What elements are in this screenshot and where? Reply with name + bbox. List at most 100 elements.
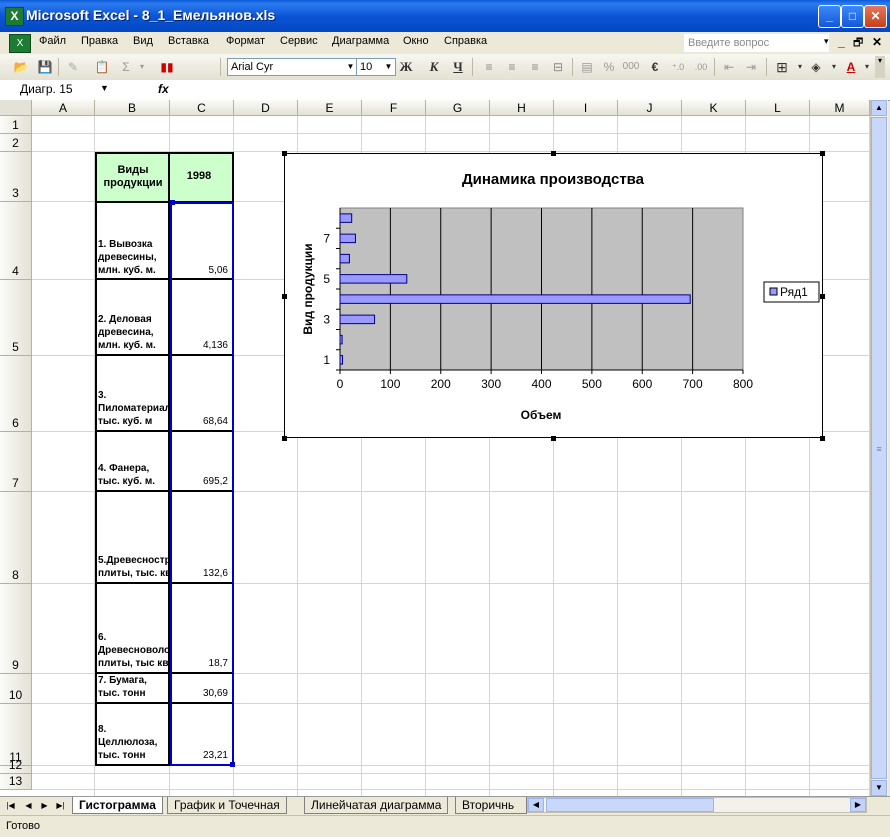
bold-button[interactable]: Ж [397,58,415,76]
decrease-indent-icon[interactable]: ⇤ [720,58,738,76]
decrease-decimal-icon[interactable]: .00 [692,58,710,76]
row-header[interactable]: 13 [0,774,32,790]
workbook-icon[interactable]: X [9,34,31,53]
name-box-dropdown-icon[interactable]: ▼ [100,83,109,93]
toolbar-options-icon[interactable]: ▾ [875,56,885,78]
column-header[interactable]: H [490,100,554,116]
align-right-icon[interactable]: ≡ [526,58,544,76]
product-value-cell[interactable]: 23,21 [170,702,234,766]
menu-format[interactable]: Формат [226,35,265,47]
product-label-cell[interactable]: 8. Целлюлоза, тыс. тонн [95,702,170,766]
chart-resize-handle[interactable] [820,151,825,156]
fill-handle[interactable] [230,762,235,767]
bar[interactable] [339,294,691,304]
open-folder-icon[interactable]: 📂 [12,58,30,76]
column-header[interactable]: F [362,100,426,116]
menu-view[interactable]: Вид [133,35,153,47]
product-label-cell[interactable]: 1. Вывозка древесины, млн. куб. м. [95,201,170,281]
bar[interactable] [339,274,408,284]
scroll-left-icon[interactable]: ◀ [528,798,544,812]
formula-input[interactable] [180,81,868,98]
chart-wizard-icon[interactable]: ▮▮ [158,58,176,76]
doc-restore-button[interactable]: 🗗 [853,34,863,53]
product-label-cell[interactable]: 3. Пиломатериалы. тыс. куб. м [95,354,182,432]
increase-decimal-icon[interactable]: ⁺.0 [669,58,687,76]
align-center-icon[interactable]: ≡ [503,58,521,76]
row-header[interactable]: 5 [0,280,32,356]
column-header[interactable]: I [554,100,618,116]
header-cell-product[interactable]: Виды продукции [95,152,170,203]
excel-icon[interactable]: X [5,7,24,26]
row-header[interactable]: 11 [0,704,32,766]
sheet-tab-linear[interactable]: Линейчатая диаграмма [304,797,449,814]
row-header[interactable]: 4 [0,202,32,280]
column-header[interactable]: C [170,100,234,116]
menu-window[interactable]: Окно [403,35,429,47]
scroll-up-icon[interactable]: ▲ [871,100,887,116]
row-header[interactable]: 1 [0,116,32,134]
bar[interactable] [339,253,350,264]
row-header[interactable]: 7 [0,432,32,492]
bar[interactable] [339,233,356,244]
chart-title[interactable]: Динамика производства [462,171,645,188]
fx-icon[interactable]: fx [158,82,169,96]
column-header[interactable]: E [298,100,362,116]
last-sheet-icon[interactable]: ▶| [54,799,67,812]
menu-file[interactable]: Файл [39,35,66,47]
sheet-tab-secondary[interactable]: Вторичнь [455,797,527,814]
row-header[interactable]: 8 [0,492,32,584]
menu-tools[interactable]: Сервис [280,35,318,47]
chart-resize-handle[interactable] [551,151,556,156]
column-header[interactable]: K [682,100,746,116]
first-sheet-icon[interactable]: |◀ [4,799,17,812]
ask-dropdown-icon[interactable]: ▾ [824,36,829,47]
row-header[interactable]: 2 [0,134,32,152]
scroll-thumb[interactable] [546,798,714,812]
column-header[interactable]: M [810,100,870,116]
product-label-cell[interactable]: 7. Бумага, тыс. тонн [95,672,170,704]
font-name-combo[interactable]: Arial Cyr ▼ [227,58,358,76]
chart-resize-handle[interactable] [820,294,825,299]
scroll-thumb[interactable]: ≡ [871,117,887,779]
increase-indent-icon[interactable]: ⇥ [742,58,760,76]
italic-button[interactable]: К [425,58,443,76]
column-header[interactable]: J [618,100,682,116]
chart-resize-handle[interactable] [282,294,287,299]
scroll-right-icon[interactable]: ▶ [850,798,866,812]
horizontal-scrollbar[interactable]: ◀ ▶ [527,797,867,813]
product-value-cell[interactable]: 695,2 [170,430,234,492]
product-label-cell[interactable]: 5.Древесностружечные плиты, тыс. кв. м. [95,490,215,584]
title-bar[interactable]: X Microsoft Excel - 8_1_Емельянов.xls _ … [0,0,890,32]
merge-center-icon[interactable]: ⊟ [549,58,567,76]
sheet-tab-graph-scatter[interactable]: График и Точечная [167,797,287,814]
product-label-cell[interactable]: 4. Фанера, тыс. куб. м. [95,430,170,492]
menu-help[interactable]: Справка [444,35,487,47]
product-value-cell[interactable]: 5,06 [170,201,234,281]
product-value-cell[interactable]: 132,6 [170,490,234,584]
column-header[interactable]: L [746,100,810,116]
name-box[interactable]: Диагр. 15 [4,81,114,98]
currency-icon[interactable]: ▤ [578,58,596,76]
product-value-cell[interactable]: 30,69 [170,672,234,704]
euro-button[interactable]: € [646,58,664,76]
sheet-tab-histogram[interactable]: Гистограмма [72,797,163,814]
product-label-cell[interactable]: 6. Древесноволокнистые плиты, тыс кв. м. [95,582,212,674]
maximize-button[interactable]: □ [841,5,864,28]
borders-icon[interactable]: ⊞ [773,58,791,76]
product-value-cell[interactable]: 4,136 [170,278,234,356]
bar[interactable] [339,355,344,365]
doc-close-button[interactable]: ✕ [872,35,882,49]
chart-area[interactable]: 0 100 200 300 400 500 600 700 800 1 3 5 7 Динамика пр… [284,153,823,438]
thousands-button[interactable]: 000 [622,58,640,76]
ask-question-input[interactable]: Введите вопрос [684,34,829,52]
row-header[interactable]: 6 [0,356,32,432]
font-size-combo[interactable]: 10 ▼ [356,58,396,76]
product-value-cell[interactable]: 18,7 [170,582,234,674]
minimize-button[interactable]: _ [818,5,841,28]
column-header[interactable]: G [426,100,490,116]
row-header[interactable]: 10 [0,674,32,704]
product-value-cell[interactable]: 68,64 [170,354,234,432]
header-cell-year[interactable]: 1998 [170,152,234,203]
paste-icon[interactable]: 📋 [93,58,111,76]
column-header[interactable]: D [234,100,298,116]
